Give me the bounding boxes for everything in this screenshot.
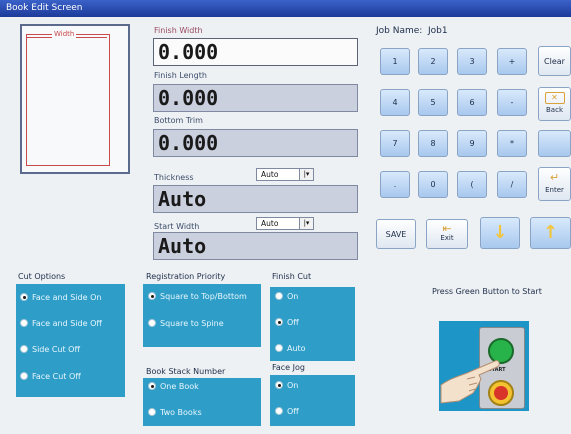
radio-icon <box>148 319 156 327</box>
enter-arrow-icon: ↵ <box>549 171 560 184</box>
key-7[interactable]: 7 <box>380 130 410 157</box>
key-2[interactable]: 2 <box>418 48 448 75</box>
chevron-down-icon: |▾ <box>299 218 313 229</box>
back-button[interactable]: ✕ Back <box>538 87 571 121</box>
job-name-label: Job Name: <box>376 26 423 36</box>
book-stack-two[interactable]: Two Books <box>148 408 202 417</box>
face-jog-panel: On Off <box>270 375 355 426</box>
key-blank[interactable] <box>538 130 571 157</box>
face-jog-on[interactable]: On <box>275 381 298 390</box>
key-6[interactable]: 6 <box>457 89 487 116</box>
cut-option-face-side-off[interactable]: Face and Side Off <box>20 319 102 328</box>
key-8[interactable]: 8 <box>418 130 448 157</box>
key-9[interactable]: 9 <box>457 130 487 157</box>
key-4[interactable]: 4 <box>380 89 410 116</box>
registration-priority-panel: Square to Top/Bottom Square to Spine <box>143 284 261 347</box>
key-3[interactable]: 3 <box>457 48 487 75</box>
cut-option-side-off[interactable]: Side Cut Off <box>20 345 80 354</box>
down-arrow-button[interactable]: ↓ <box>480 217 520 249</box>
radio-icon <box>20 372 28 380</box>
key-1[interactable]: 1 <box>380 48 410 75</box>
finish-cut-auto[interactable]: Auto <box>275 344 306 353</box>
face-jog-off[interactable]: Off <box>275 407 299 416</box>
key-0[interactable]: 0 <box>418 171 448 198</box>
finish-cut-panel: On Off Auto <box>270 287 355 361</box>
reg-option-square-spine[interactable]: Square to Spine <box>148 319 224 328</box>
backspace-icon: ✕ <box>544 92 565 104</box>
exit-button[interactable]: ⇤ Exit <box>426 219 468 249</box>
up-arrow-button[interactable]: ↑ <box>530 217 571 249</box>
start-width-dropdown-value: Auto <box>261 219 279 228</box>
finish-length-label: Finish Length <box>154 71 207 80</box>
radio-icon <box>275 407 283 415</box>
radio-selected-icon <box>275 318 283 326</box>
start-width-label: Start Width <box>154 222 200 231</box>
reg-option-square-top-bottom[interactable]: Square to Top/Bottom <box>148 292 247 301</box>
exit-arrow-icon: ⇤ <box>442 222 452 235</box>
book-stack-one[interactable]: One Book <box>148 382 199 391</box>
radio-selected-icon <box>148 382 156 390</box>
enter-button[interactable]: ↵ Enter <box>538 167 571 201</box>
radio-icon <box>20 319 28 327</box>
radio-icon <box>148 408 156 416</box>
thickness-label: Thickness <box>154 173 194 182</box>
book-stack-title: Book Stack Number <box>146 367 226 376</box>
diagram-width-label: Width <box>52 30 77 38</box>
exit-label: Exit <box>440 234 454 242</box>
cut-option-face-side-on[interactable]: Face and Side On <box>20 293 101 302</box>
thickness-field[interactable]: Auto <box>153 185 358 213</box>
diagram-page-outline <box>26 34 110 166</box>
pointing-hand-icon <box>440 360 500 404</box>
enter-label: Enter <box>545 186 564 194</box>
radio-selected-icon <box>20 293 28 301</box>
clear-button[interactable]: Clear <box>538 46 571 76</box>
job-name-value: Job1 <box>428 26 448 36</box>
bottom-trim-field[interactable]: 0.000 <box>153 129 358 157</box>
radio-icon <box>275 344 283 352</box>
thickness-dropdown-value: Auto <box>261 170 279 179</box>
book-diagram: Width <box>20 24 130 174</box>
start-illustration: START <box>439 321 529 411</box>
window-title: Book Edit Screen <box>0 0 571 17</box>
radio-selected-icon <box>275 381 283 389</box>
cut-option-face-off[interactable]: Face Cut Off <box>20 372 81 381</box>
key-divide[interactable]: / <box>497 171 527 198</box>
arrow-up-icon: ↑ <box>542 222 559 243</box>
radio-selected-icon <box>148 292 156 300</box>
key-plus[interactable]: + <box>497 48 527 75</box>
finish-width-field[interactable]: 0.000 <box>153 38 358 66</box>
key-multiply[interactable]: * <box>497 130 527 157</box>
back-label: Back <box>546 106 563 114</box>
key-minus[interactable]: - <box>497 89 527 116</box>
radio-icon <box>275 292 283 300</box>
bottom-trim-label: Bottom Trim <box>154 116 203 125</box>
cut-options-panel: Face and Side On Face and Side Off Side … <box>16 284 125 397</box>
key-decimal[interactable]: . <box>380 171 410 198</box>
arrow-down-icon: ↓ <box>492 222 508 243</box>
start-width-field[interactable]: Auto <box>153 232 358 260</box>
key-open-paren[interactable]: ( <box>457 171 487 198</box>
start-width-dropdown[interactable]: Auto |▾ <box>256 217 314 230</box>
face-jog-title: Face Jog <box>272 363 305 372</box>
start-instruction: Press Green Button to Start <box>432 287 542 296</box>
save-button[interactable]: SAVE <box>376 219 416 249</box>
cut-options-title: Cut Options <box>18 272 66 281</box>
key-5[interactable]: 5 <box>418 89 448 116</box>
registration-priority-title: Registration Priority <box>146 272 226 281</box>
finish-length-field[interactable]: 0.000 <box>153 84 358 112</box>
finish-cut-off[interactable]: Off <box>275 318 299 327</box>
chevron-down-icon: |▾ <box>299 169 313 180</box>
finish-cut-on[interactable]: On <box>275 292 298 301</box>
radio-icon <box>20 345 28 353</box>
finish-width-label: Finish Width <box>154 26 203 35</box>
finish-cut-title: Finish Cut <box>272 272 312 281</box>
book-edit-screen: Book Edit Screen Width Finish Width 0.00… <box>0 0 571 434</box>
thickness-dropdown[interactable]: Auto |▾ <box>256 168 314 181</box>
book-stack-panel: One Book Two Books <box>143 378 261 426</box>
